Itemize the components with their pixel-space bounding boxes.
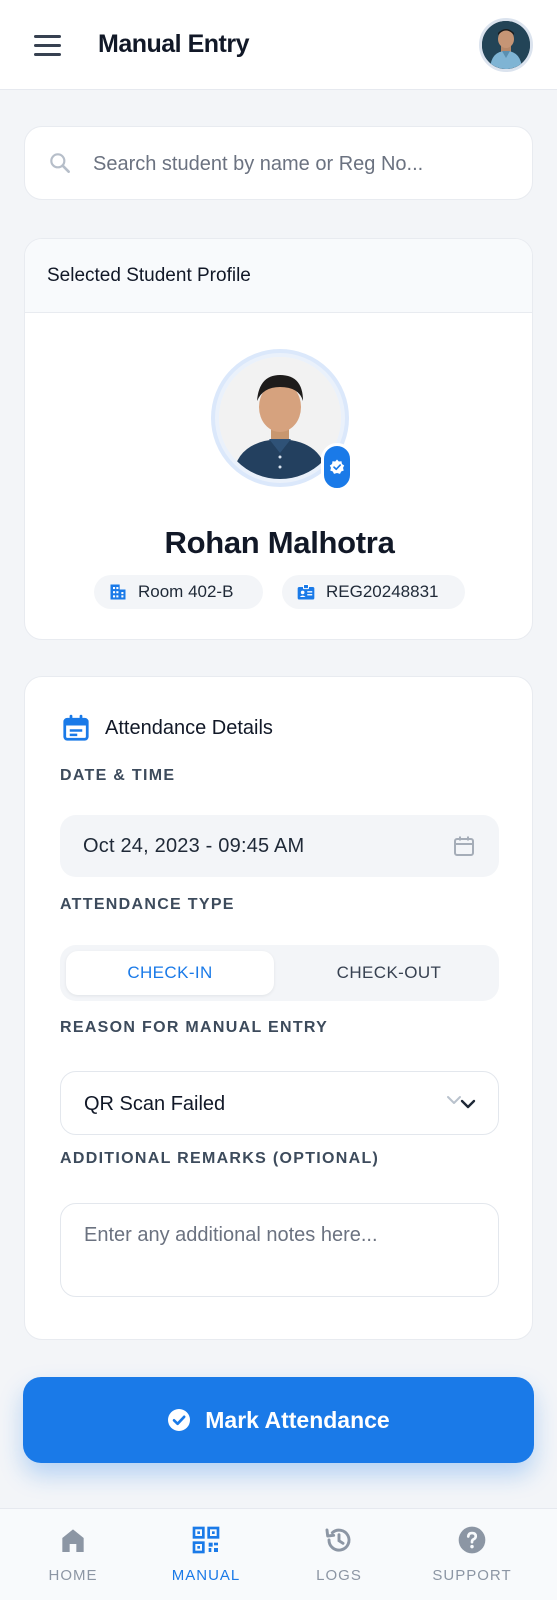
history-icon <box>325 1528 351 1552</box>
calendar-icon <box>63 714 89 741</box>
attendance-section-title: Attendance Details <box>105 717 273 739</box>
nav-item-logs[interactable]: LOGS <box>273 1509 405 1600</box>
student-profile-card: Selected Student Profile Rohan Malhotra <box>24 238 533 640</box>
user-avatar[interactable] <box>479 18 533 72</box>
student-name: Rohan Malhotra <box>164 525 395 560</box>
reg-no-label: REG20248831 <box>326 582 439 601</box>
id-badge-icon <box>297 584 315 600</box>
nav-item-manual[interactable]: MANUAL <box>140 1509 272 1600</box>
date-time-value: Oct 24, 2023 - 09:45 AM <box>83 835 305 857</box>
check-in-option[interactable]: CHECK-IN <box>66 951 274 995</box>
nav-label-manual: MANUAL <box>171 1567 241 1584</box>
check-out-option[interactable]: CHECK-OUT <box>286 951 492 995</box>
date-time-label: DATE & TIME <box>60 767 176 784</box>
bottom-navigation: HOME MANUAL LOGS SUPPORT <box>0 1508 557 1600</box>
reason-label: REASON FOR MANUAL ENTRY <box>60 1019 329 1036</box>
calendar-picker-icon[interactable] <box>452 834 476 858</box>
attendance-type-toggle: CHECK-IN CHECK-OUT <box>60 945 499 1001</box>
nav-label-home: HOME <box>48 1567 98 1584</box>
attendance-type-label: ATTENDANCE TYPE <box>60 896 235 913</box>
hamburger-menu-icon[interactable] <box>34 30 68 60</box>
room-chip: Room 402-B <box>94 575 263 609</box>
remarks-textarea[interactable] <box>60 1203 499 1297</box>
verified-badge-icon <box>321 443 353 491</box>
profile-section-title: Selected Student Profile <box>25 239 532 313</box>
mark-attendance-label: Mark Attendance <box>205 1406 390 1433</box>
page-title: Manual Entry <box>98 30 249 58</box>
reason-select[interactable]: QR Scan Failed <box>60 1071 499 1135</box>
nav-item-home[interactable]: HOME <box>7 1509 139 1600</box>
check-circle-icon <box>168 1409 191 1431</box>
home-icon <box>62 1529 84 1552</box>
reg-no-chip: REG20248831 <box>282 575 465 609</box>
mark-attendance-button[interactable]: Mark Attendance <box>23 1377 534 1463</box>
search-input[interactable] <box>93 143 513 185</box>
search-bar <box>24 126 533 200</box>
qr-code-icon <box>192 1526 220 1554</box>
date-time-field[interactable]: Oct 24, 2023 - 09:45 AM <box>60 815 499 877</box>
remarks-label: ADDITIONAL REMARKS (OPTIONAL) <box>60 1150 380 1167</box>
nav-label-support: SUPPORT <box>432 1567 512 1584</box>
room-label: Room 402-B <box>138 582 234 601</box>
search-icon <box>50 153 70 173</box>
chevron-down-icon <box>447 1096 476 1109</box>
reason-select-value: QR Scan Failed <box>84 1093 226 1115</box>
nav-label-logs: LOGS <box>316 1567 362 1584</box>
nav-item-support[interactable]: SUPPORT <box>406 1509 538 1600</box>
help-icon <box>458 1526 486 1554</box>
attendance-details-card: Attendance Details DATE & TIME Oct 24, 2… <box>24 676 533 1340</box>
app-header: Manual Entry <box>0 0 557 90</box>
building-icon <box>110 584 126 600</box>
